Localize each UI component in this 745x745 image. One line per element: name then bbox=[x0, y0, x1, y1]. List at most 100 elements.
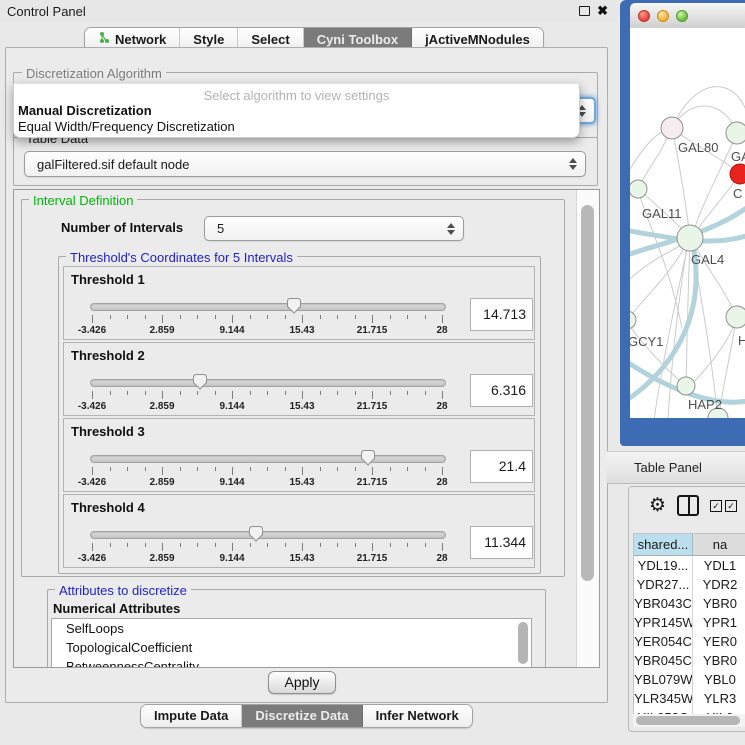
tick-mark bbox=[285, 467, 286, 471]
table-row[interactable]: YBR045CYBR0 bbox=[634, 651, 745, 670]
tick-mark bbox=[215, 391, 216, 395]
tick-mark bbox=[180, 315, 181, 319]
network-node-gal4[interactable] bbox=[677, 225, 703, 251]
tab-discretize-data[interactable]: Discretize Data bbox=[242, 705, 362, 727]
scrollbar-thumb[interactable] bbox=[636, 716, 740, 725]
column-header-shared-name[interactable]: shared... bbox=[634, 534, 693, 555]
node-label-red: C bbox=[733, 186, 742, 201]
threshold-label: Threshold 1 bbox=[71, 272, 145, 287]
slider-handle[interactable] bbox=[248, 525, 264, 543]
tick-mark bbox=[110, 467, 111, 471]
select-columns-icon[interactable]: ✓ ✓ bbox=[710, 500, 737, 512]
checkbox-icon: ✓ bbox=[710, 500, 722, 512]
zoom-window-icon[interactable] bbox=[676, 10, 688, 22]
table-row[interactable]: YER054CYER0 bbox=[634, 632, 745, 651]
tick-mark bbox=[110, 543, 111, 547]
tick-mark bbox=[267, 391, 268, 395]
network-node-hap2[interactable] bbox=[677, 377, 695, 395]
cell-shared-name: YBL079W bbox=[634, 670, 693, 689]
table-row[interactable]: YDR27...YDR2 bbox=[634, 575, 745, 594]
dropdown-item-manual-discretization[interactable]: Manual Discretization bbox=[18, 103, 152, 118]
table-data-combobox[interactable]: galFiltered.sif default node bbox=[24, 151, 586, 177]
tick-mark bbox=[127, 315, 128, 319]
list-scrollbar-thumb[interactable] bbox=[518, 622, 528, 664]
slider-track bbox=[90, 531, 446, 539]
table-row[interactable]: YBR043CYBR0 bbox=[634, 594, 745, 613]
column-manager-icon[interactable] bbox=[677, 495, 699, 516]
tick-mark bbox=[285, 543, 286, 547]
tab-infer-network-label: Infer Network bbox=[376, 708, 459, 723]
threshold-value-field[interactable]: 21.4 bbox=[470, 450, 533, 483]
threshold-value-field[interactable]: 11.344 bbox=[470, 526, 533, 559]
tick-mark bbox=[215, 467, 216, 471]
threshold-value-field[interactable]: 14.713 bbox=[470, 298, 533, 331]
table-panel-header: Table Panel bbox=[607, 451, 745, 484]
scrollbar-thumb[interactable] bbox=[581, 205, 594, 581]
tick-label: 2.859 bbox=[149, 401, 174, 412]
network-node-gcy1[interactable] bbox=[630, 311, 636, 329]
tick-mark bbox=[407, 391, 408, 395]
threshold-slider-3[interactable]: -3.4262.8599.14415.4321.71528 bbox=[92, 452, 442, 488]
window-controls: ✖ bbox=[579, 5, 608, 17]
threshold-label: Threshold 3 bbox=[71, 424, 145, 439]
table-header-row: shared... na bbox=[634, 534, 745, 556]
slider-handle[interactable] bbox=[360, 449, 376, 467]
apply-button[interactable]: Apply bbox=[268, 671, 336, 694]
table-horizontal-scrollbar[interactable] bbox=[633, 714, 745, 727]
float-icon[interactable] bbox=[579, 6, 590, 16]
number-of-intervals-combobox[interactable]: 5 bbox=[204, 216, 464, 241]
close-icon[interactable]: ✖ bbox=[597, 5, 608, 17]
minimize-window-icon[interactable] bbox=[657, 10, 669, 22]
tick-label: 9.144 bbox=[219, 325, 244, 336]
table-row[interactable]: YPR145WYPR1 bbox=[634, 613, 745, 632]
tab-infer-network[interactable]: Infer Network bbox=[363, 705, 472, 727]
tick-mark bbox=[250, 391, 251, 395]
settings-vertical-scrollbar[interactable] bbox=[576, 190, 599, 667]
network-node-gal11[interactable] bbox=[630, 180, 647, 198]
table-row[interactable]: YLR345WYLR3 bbox=[634, 689, 745, 708]
node-label-gal4: GAL4 bbox=[691, 252, 724, 267]
gear-icon[interactable]: ⚙ bbox=[649, 496, 666, 516]
threshold-value-field[interactable]: 6.316 bbox=[470, 374, 533, 407]
tick-mark bbox=[442, 467, 443, 475]
network-window-titlebar[interactable] bbox=[630, 3, 745, 29]
threshold-slider-2[interactable]: -3.4262.8599.14415.4321.71528 bbox=[92, 376, 442, 412]
tick-mark bbox=[215, 315, 216, 319]
node-label-h: H bbox=[738, 333, 745, 348]
tick-mark bbox=[337, 467, 338, 471]
list-item-betweennesscentrality[interactable]: BetweennessCentrality bbox=[52, 657, 531, 668]
list-item-topologicalcoefficient[interactable]: TopologicalCoefficient bbox=[52, 638, 531, 657]
network-canvas[interactable]: GAL80GACGAL11GAL4GCY1HHAP2 bbox=[630, 28, 745, 418]
list-item-selfloops[interactable]: SelfLoops bbox=[52, 619, 531, 638]
threshold-slider-1[interactable]: -3.4262.8599.14415.4321.71528 bbox=[92, 300, 442, 336]
dropdown-item-equal-width-frequency[interactable]: Equal Width/Frequency Discretization bbox=[18, 119, 235, 134]
slider-handle[interactable] bbox=[286, 297, 302, 315]
tick-label: 21.715 bbox=[357, 325, 388, 336]
slider-handle[interactable] bbox=[192, 373, 208, 391]
tick-mark bbox=[145, 467, 146, 471]
numerical-attributes-list[interactable]: SelfLoopsTopologicalCoefficientBetweenne… bbox=[51, 618, 532, 668]
cell-shared-name: YDL19... bbox=[634, 556, 693, 575]
threshold-slider-4[interactable]: -3.4262.8599.14415.4321.71528 bbox=[92, 528, 442, 564]
network-view-window: GAL80GACGAL11GAL4GCY1HHAP2 bbox=[620, 0, 745, 446]
tab-impute-data[interactable]: Impute Data bbox=[141, 705, 242, 727]
network-node-h[interactable] bbox=[726, 306, 745, 328]
tick-mark bbox=[145, 543, 146, 547]
close-window-icon[interactable] bbox=[638, 10, 650, 22]
tab-impute-data-label: Impute Data bbox=[154, 708, 228, 723]
tick-mark bbox=[197, 467, 198, 471]
network-node-red[interactable] bbox=[730, 164, 745, 184]
table-row[interactable]: YDL19...YDL1 bbox=[634, 556, 745, 575]
attributes-group-title: Attributes to discretize bbox=[55, 583, 191, 598]
table-row[interactable]: YBL079WYBL0 bbox=[634, 670, 745, 689]
tick-mark bbox=[372, 467, 373, 475]
network-node-gal80[interactable] bbox=[661, 117, 683, 139]
slider-track bbox=[90, 455, 446, 463]
tick-label: -3.426 bbox=[78, 401, 106, 412]
network-node-top[interactable] bbox=[726, 122, 745, 144]
tick-mark bbox=[320, 467, 321, 471]
desktop: Control Panel ✖ NetworkStyleSelectCyni T… bbox=[0, 0, 745, 745]
tick-label: 28 bbox=[436, 401, 447, 412]
node-label-gal80: GAL80 bbox=[678, 140, 718, 155]
column-header-name[interactable]: na bbox=[693, 534, 745, 555]
